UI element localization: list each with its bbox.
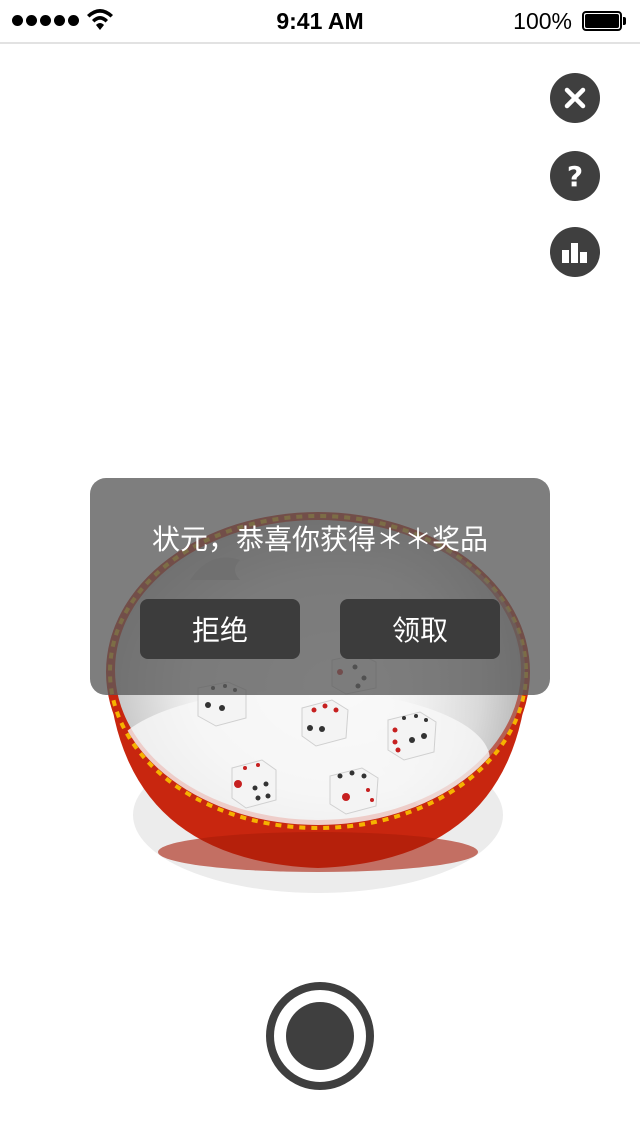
refuse-button[interactable]: 拒绝 xyxy=(140,599,300,659)
die-3 xyxy=(301,699,349,747)
die-5 xyxy=(231,759,277,809)
die-6 xyxy=(329,767,379,815)
record-icon xyxy=(286,1002,354,1070)
die-4 xyxy=(387,711,437,761)
shake-button[interactable] xyxy=(266,982,374,1090)
result-dialog: 状元，恭喜你获得＊＊奖品 拒绝 领取 xyxy=(90,478,550,695)
accept-button[interactable]: 领取 xyxy=(340,599,500,659)
result-message: 状元，恭喜你获得＊＊奖品 xyxy=(151,523,488,556)
